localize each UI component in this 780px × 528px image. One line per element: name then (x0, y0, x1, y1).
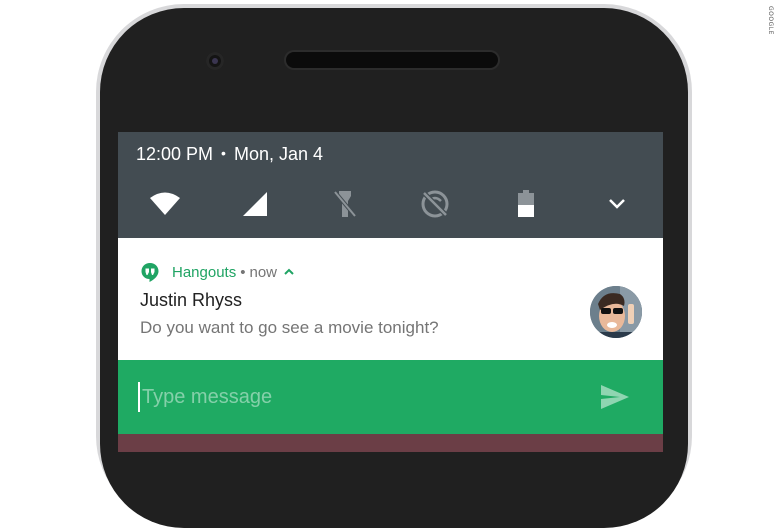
watermark: GOOGLE (767, 6, 774, 35)
collapse-chevron-icon[interactable] (283, 267, 295, 277)
reply-input[interactable] (138, 382, 582, 412)
flashlight-toggle[interactable] (325, 184, 365, 224)
send-icon (601, 385, 629, 409)
notification-shade: 12:00 PM • Mon, Jan 4 (118, 132, 663, 238)
app-name: Hangouts (172, 263, 237, 281)
inline-reply-bar (118, 360, 663, 434)
notification-time: now (249, 263, 278, 281)
hangouts-notification[interactable]: Hangouts • now Justin Rhyss Do you want … (118, 238, 663, 360)
avatar-image (590, 286, 642, 338)
clock-time: 12:00 PM (136, 144, 214, 164)
next-notification-edge (118, 434, 663, 452)
battery-tile[interactable] (506, 184, 546, 224)
expand-quick-settings-button[interactable] (597, 184, 637, 224)
hangouts-icon (141, 263, 159, 282)
battery-icon (518, 190, 534, 217)
cellular-toggle[interactable] (235, 184, 275, 224)
status-separator: • (221, 145, 226, 161)
contact-avatar (590, 286, 642, 338)
status-line: 12:00 PM • Mon, Jan 4 (136, 144, 323, 165)
message-text: Do you want to go see a movie tonight? (140, 318, 439, 337)
front-camera (206, 52, 224, 70)
quick-settings-row (118, 184, 663, 224)
sender-name: Justin Rhyss (140, 290, 243, 310)
auto-rotate-toggle[interactable] (415, 184, 455, 224)
expand-chevron-icon (609, 199, 625, 209)
flashlight-off-icon (333, 190, 357, 218)
wifi-icon (150, 192, 180, 215)
auto-rotate-off-icon (421, 190, 449, 218)
send-button[interactable] (598, 383, 632, 411)
phone-screen: 12:00 PM • Mon, Jan 4 Hangouts • now Jus… (118, 132, 663, 452)
notification-header: Hangouts • now (140, 262, 295, 282)
wifi-toggle[interactable] (145, 184, 185, 224)
cellular-signal-icon (243, 192, 267, 216)
status-date: Mon, Jan 4 (233, 144, 324, 164)
header-separator: • (240, 263, 246, 281)
earpiece-speaker (286, 52, 498, 68)
